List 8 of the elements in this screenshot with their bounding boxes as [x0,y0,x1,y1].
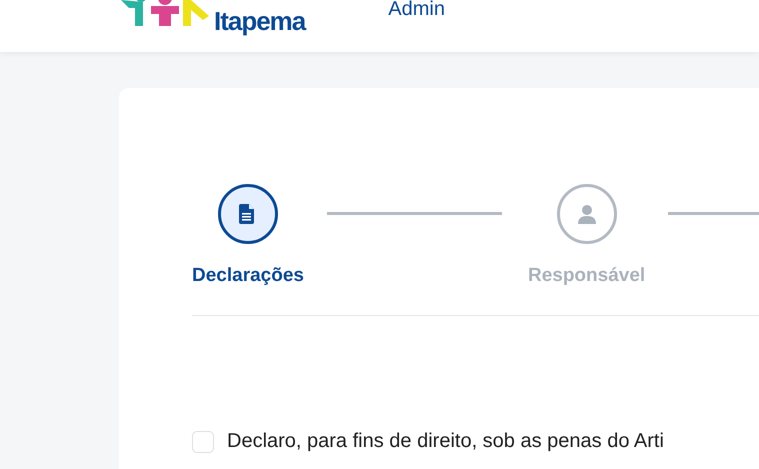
logo-figures-icon [119,0,211,28]
user-link[interactable]: Admin [388,0,445,18]
person-icon [576,204,597,224]
checkbox[interactable] [192,430,214,452]
step-label: Declarações [192,264,304,288]
logo-text: Itapema [214,8,306,34]
declaration-text: Declaro, para fins de direito, sob as penas do Arti [227,430,664,453]
step-label: Responsável [528,264,646,288]
